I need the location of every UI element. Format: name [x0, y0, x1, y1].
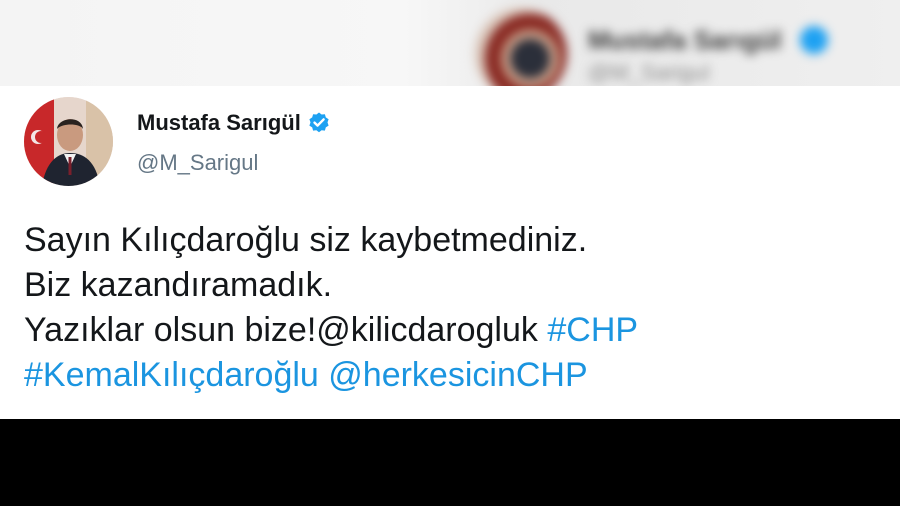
bottom-black-bar — [0, 419, 900, 506]
tweet-text: Sayın Kılıçdaroğlu siz kaybetmediniz. Bi… — [24, 218, 874, 398]
author-name-row[interactable]: Mustafa Sarıgül — [137, 110, 331, 136]
tweet-card: Mustafa Sarıgül @M_Sarigul Sayın Kılıçda… — [0, 86, 900, 419]
hashtag-link[interactable]: #CHP — [547, 311, 638, 349]
blurred-background: Mustafa Sarıgül @M_Sarigul — [0, 0, 900, 90]
blurred-verified-badge-icon — [800, 26, 828, 54]
tweet-line-3: Yazıklar olsun bize!@kilicdarogluk #CHP — [24, 308, 874, 353]
screenshot: Mustafa Sarıgül @M_Sarigul Mustafa Sarıg… — [0, 0, 900, 506]
display-name[interactable]: Mustafa Sarıgül — [137, 110, 301, 136]
blurred-avatar — [475, 8, 567, 90]
blurred-handle: @M_Sarigul — [588, 60, 710, 85]
blurred-display-name: Mustafa Sarıgül — [588, 25, 782, 55]
avatar[interactable] — [24, 97, 113, 186]
tweet-line-3-text: Yazıklar olsun bize! — [24, 311, 317, 349]
author-handle[interactable]: @M_Sarigul — [137, 150, 258, 176]
verified-badge-icon — [307, 111, 331, 135]
tweet-line-4: #KemalKılıçdaroğlu @herkesicinCHP — [24, 353, 874, 398]
mention-link[interactable]: @kilicdarogluk — [316, 311, 538, 349]
hashtag-link[interactable]: #KemalKılıçdaroğlu — [24, 356, 319, 394]
mention-link[interactable]: @herkesicinCHP — [328, 356, 587, 394]
tweet-line-2: Biz kazandıramadık. — [24, 266, 333, 304]
tweet-line-1: Sayın Kılıçdaroğlu siz kaybetmediniz. — [24, 221, 588, 259]
avatar-photo — [24, 97, 113, 186]
